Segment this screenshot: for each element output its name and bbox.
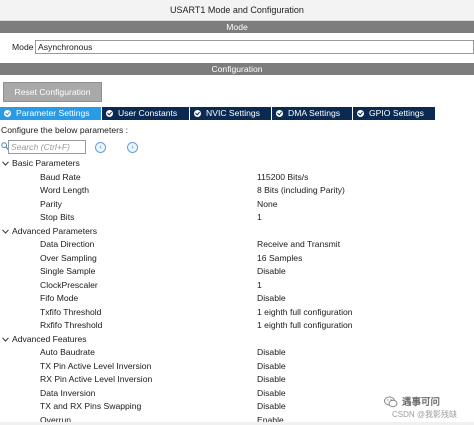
tab-parameter-settings[interactable]: Parameter Settings	[0, 107, 102, 120]
param-name: TX Pin Active Level Inversion	[40, 360, 152, 371]
param-row[interactable]: Rxfifo Threshold 1 eighth full configura…	[0, 319, 474, 333]
mode-section-header: Mode	[0, 21, 474, 33]
search-row: Search (Ctrl+F) ‹ ›	[0, 140, 474, 154]
tab-nvic-settings[interactable]: NVIC Settings	[190, 107, 272, 120]
param-row[interactable]: Parity None	[0, 198, 474, 212]
param-value[interactable]: 1	[257, 279, 262, 293]
search-input[interactable]: Search (Ctrl+F)	[8, 140, 86, 154]
param-name: Word Length	[40, 185, 90, 195]
param-name: Over Sampling	[40, 252, 97, 263]
param-value[interactable]: 115200 Bits/s	[257, 171, 308, 185]
param-row[interactable]: Single Sample Disable	[0, 265, 474, 279]
group-label: Advanced Features	[12, 333, 87, 344]
tab-user-constants[interactable]: User Constants	[102, 107, 190, 120]
param-name: Data Inversion	[40, 387, 96, 398]
mode-row: Mode Asynchronous	[0, 40, 474, 54]
param-row[interactable]: Auto Baudrate Disable	[0, 346, 474, 360]
settings-tabs: Parameter Settings User Constants NVIC S…	[0, 107, 436, 120]
param-name: Auto Baudrate	[40, 347, 95, 357]
param-value[interactable]: Receive and Transmit	[257, 238, 340, 252]
param-name: Txfifo Threshold	[40, 306, 102, 317]
param-row[interactable]: Fifo Mode Disable	[0, 292, 474, 306]
group-label: Basic Parameters	[12, 158, 80, 168]
tab-label: Parameter Settings	[16, 108, 90, 118]
param-name: Overrun	[40, 414, 72, 422]
param-row[interactable]: Baud Rate 115200 Bits/s	[0, 171, 474, 185]
param-value[interactable]: Disable	[257, 292, 286, 306]
configure-instructions: Configure the below parameters :	[1, 125, 129, 135]
param-row[interactable]: RX Pin Active Level Inversion Disable	[0, 373, 474, 387]
chevron-down-icon[interactable]	[1, 157, 9, 171]
param-name: Parity	[40, 198, 62, 209]
tab-label: GPIO Settings	[369, 108, 424, 118]
watermark-credit: CSDN @我影残缺	[392, 410, 458, 419]
mode-label: Mode	[12, 42, 34, 52]
param-name: Baud Rate	[40, 171, 81, 182]
tab-label: NVIC Settings	[206, 108, 260, 118]
param-row[interactable]: Over Sampling 16 Samples	[0, 252, 474, 266]
group-label: Advanced Parameters	[12, 225, 98, 236]
next-match-icon[interactable]: ›	[127, 142, 138, 153]
param-row[interactable]: TX Pin Active Level Inversion Disable	[0, 360, 474, 374]
param-name: RX Pin Active Level Inversion	[40, 374, 153, 384]
param-value[interactable]: 1 eighth full configuration	[257, 319, 353, 333]
param-value[interactable]: 1 eighth full configuration	[257, 306, 353, 320]
tab-dma-settings[interactable]: DMA Settings	[272, 107, 353, 120]
previous-match-icon[interactable]: ‹	[95, 142, 106, 153]
group-advanced-parameters[interactable]: Advanced Parameters	[0, 225, 474, 239]
watermark-title: 遇事可问	[402, 397, 441, 408]
tab-gpio-settings[interactable]: GPIO Settings	[353, 107, 436, 120]
check-circle-icon	[357, 110, 364, 117]
param-name: Data Direction	[40, 239, 95, 249]
wechat-logo-icon	[384, 396, 398, 408]
param-name: Fifo Mode	[40, 293, 79, 303]
param-name: Stop Bits	[40, 212, 75, 222]
param-row[interactable]: Word Length 8 Bits (including Parity)	[0, 184, 474, 198]
reset-configuration-button[interactable]: Reset Configuration	[3, 82, 102, 102]
chevron-down-icon[interactable]	[1, 225, 9, 239]
param-value[interactable]: Enable	[257, 414, 284, 422]
group-advanced-features[interactable]: Advanced Features	[0, 333, 474, 347]
chevron-down-icon[interactable]	[1, 333, 9, 347]
param-row[interactable]: Txfifo Threshold 1 eighth full configura…	[0, 306, 474, 320]
window-title: USART1 Mode and Configuration	[0, 0, 474, 21]
group-basic-parameters[interactable]: Basic Parameters	[0, 157, 474, 171]
param-name: TX and RX Pins Swapping	[40, 401, 142, 411]
param-value[interactable]: Disable	[257, 387, 286, 401]
check-circle-icon	[276, 110, 283, 117]
param-value[interactable]: Disable	[257, 265, 286, 279]
configuration-section-header: Configuration	[0, 63, 474, 75]
check-circle-icon	[106, 110, 113, 117]
param-value[interactable]: Disable	[257, 400, 286, 414]
param-value[interactable]: Disable	[257, 360, 286, 374]
param-row[interactable]: Stop Bits 1	[0, 211, 474, 225]
check-circle-icon	[194, 110, 201, 117]
param-value[interactable]: Disable	[257, 373, 286, 387]
param-row[interactable]: Data Direction Receive and Transmit	[0, 238, 474, 252]
param-value[interactable]: 8 Bits (including Parity)	[257, 184, 345, 198]
mode-select[interactable]: Asynchronous	[35, 40, 474, 54]
param-name: Single Sample	[40, 266, 96, 276]
param-name: ClockPrescaler	[40, 279, 98, 290]
param-value[interactable]: 1	[257, 211, 262, 225]
tab-label: DMA Settings	[288, 108, 341, 118]
param-row[interactable]: ClockPrescaler 1	[0, 279, 474, 293]
param-value[interactable]: None	[257, 198, 278, 212]
param-value[interactable]: Disable	[257, 346, 286, 360]
param-name: Rxfifo Threshold	[40, 320, 103, 330]
check-circle-icon	[4, 110, 11, 117]
tab-label: User Constants	[118, 108, 178, 118]
param-value[interactable]: 16 Samples	[257, 252, 302, 266]
